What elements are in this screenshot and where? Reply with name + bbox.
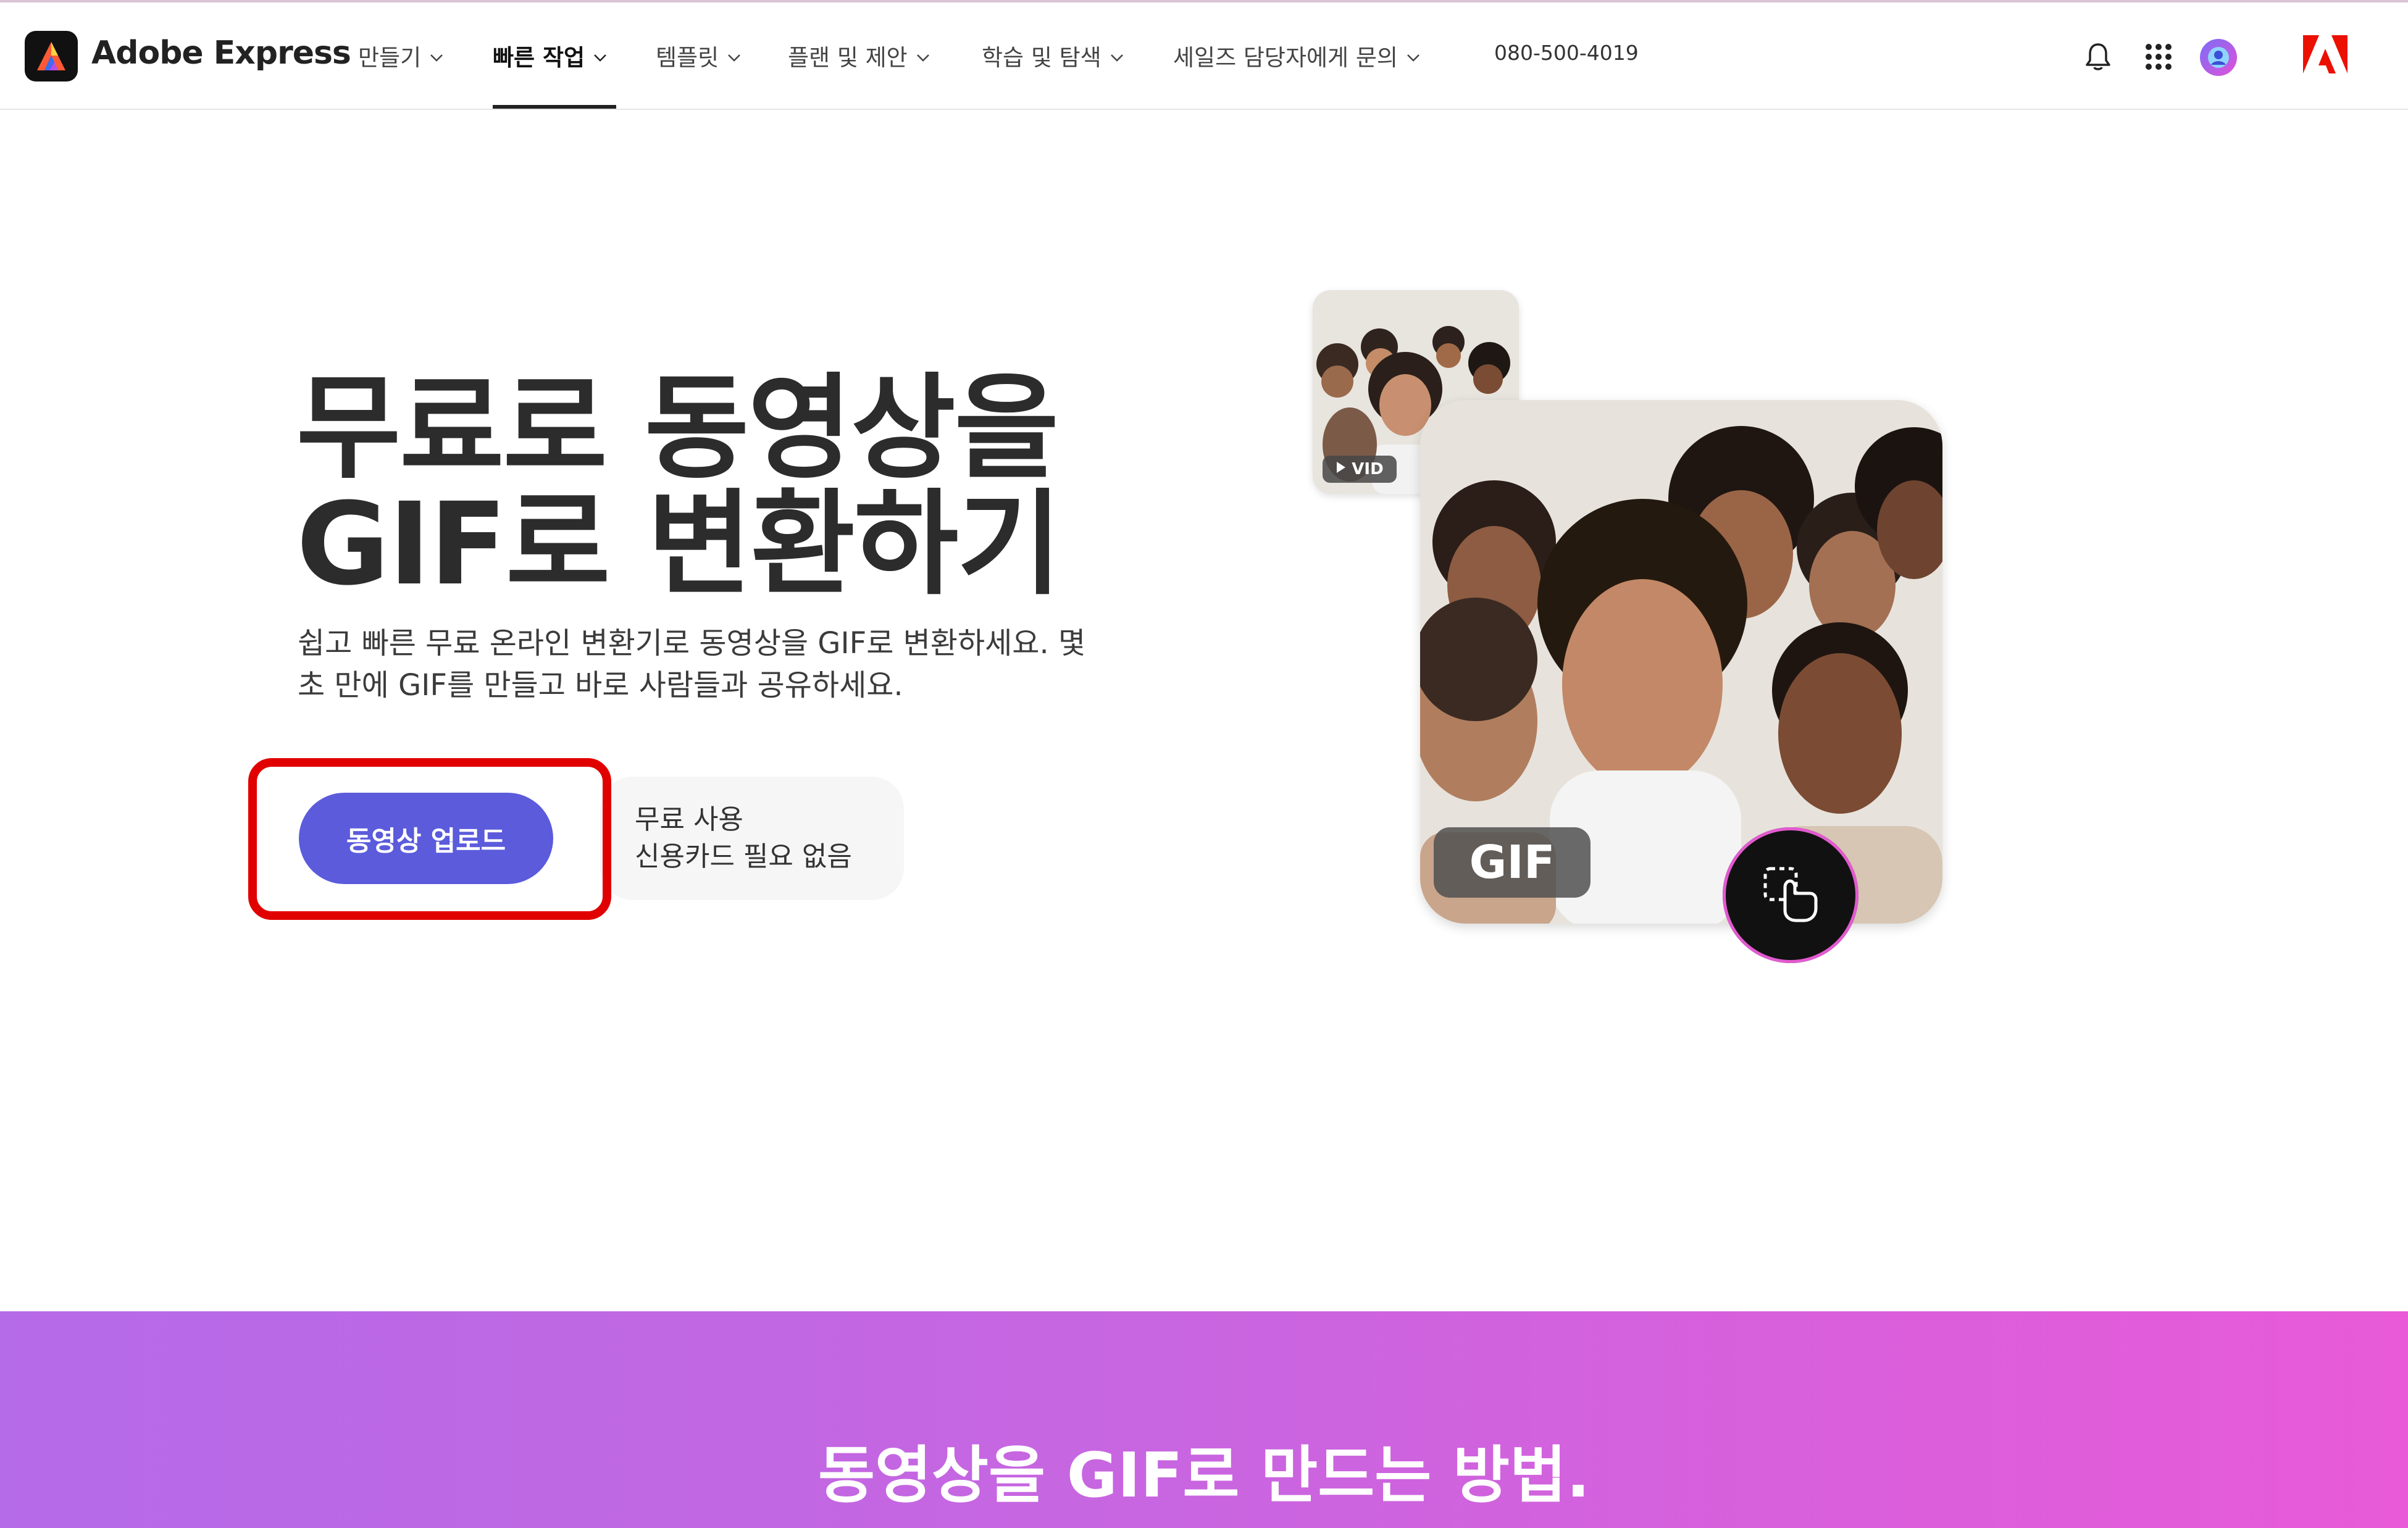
free-use-note: 무료 사용 신용카드 필요 없음	[635, 801, 852, 875]
adobe-express-logo-icon[interactable]	[25, 31, 78, 81]
note-line: 신용카드 필요 없음	[635, 841, 852, 872]
nav-item-quick-actions[interactable]: 빠른 작업	[493, 37, 607, 74]
nav-item-plans[interactable]: 플랜 및 제안	[788, 37, 930, 74]
nav-item-templates[interactable]: 템플릿	[656, 37, 741, 74]
chevron-down-icon	[1110, 41, 1124, 68]
nav-item-learn[interactable]: 학습 및 탐색	[982, 37, 1124, 74]
adobe-logo-icon[interactable]	[2302, 33, 2349, 77]
chevron-down-icon	[727, 41, 741, 68]
nav-item-contact-sales[interactable]: 세일즈 담당자에게 문의	[1173, 37, 1420, 74]
page-title: 무료로 동영상을 GIF로 변환하기	[296, 370, 1099, 603]
title-line: 무료로 동영상을	[296, 362, 1059, 495]
nav-item-create[interactable]: 만들기	[358, 37, 443, 74]
section-title: 동영상을 GIF로 만드는 방법.	[817, 1439, 1591, 1511]
chevron-down-icon	[593, 41, 607, 68]
phone-number[interactable]: 080-500-4019	[1494, 41, 1639, 65]
description-line: 쉽고 빠른 무료 온라인 변환기로 동영상을 GIF로 변환하세요. 몇	[298, 626, 1086, 661]
description-line: 초 만에 GIF를 만들고 바로 사람들과 공유하세요.	[298, 668, 903, 703]
gif-preview-image: GIF	[1420, 400, 1942, 924]
gif-badge: GIF	[1434, 827, 1591, 898]
tap-gesture-icon	[1757, 860, 1825, 930]
nav-item-label: 학습 및 탐색	[982, 44, 1102, 71]
active-nav-indicator	[493, 105, 616, 109]
video-badge: VID	[1323, 456, 1397, 483]
title-line: GIF로 변환하기	[296, 478, 1062, 611]
nav-item-label: 템플릿	[656, 44, 719, 71]
note-line: 무료 사용	[635, 804, 743, 835]
bell-icon[interactable]	[2081, 40, 2115, 74]
play-icon	[1336, 460, 1347, 478]
app-grid-icon[interactable]	[2141, 40, 2176, 74]
nav-item-label: 플랜 및 제안	[788, 44, 908, 71]
touch-gesture-button[interactable]	[1723, 827, 1858, 963]
nav-item-label: 만들기	[358, 44, 422, 71]
chevron-down-icon	[1407, 41, 1420, 68]
highlight-box	[248, 758, 611, 920]
hero-description: 쉽고 빠른 무료 온라인 변환기로 동영상을 GIF로 변환하세요. 몇 초 만…	[298, 622, 1162, 706]
chevron-down-icon	[916, 41, 930, 68]
video-badge-label: VID	[1352, 460, 1384, 478]
nav-item-label: 빠른 작업	[493, 44, 585, 71]
nav-item-label: 세일즈 담당자에게 문의	[1173, 44, 1398, 71]
top-navigation-bar: Adobe Express 만들기 빠른 작업 템플릿 플랜 및 제안 학습 및…	[0, 2, 2408, 110]
brand-name[interactable]: Adobe Express	[91, 35, 351, 72]
chevron-down-icon	[430, 41, 443, 68]
avatar[interactable]	[2198, 37, 2239, 78]
